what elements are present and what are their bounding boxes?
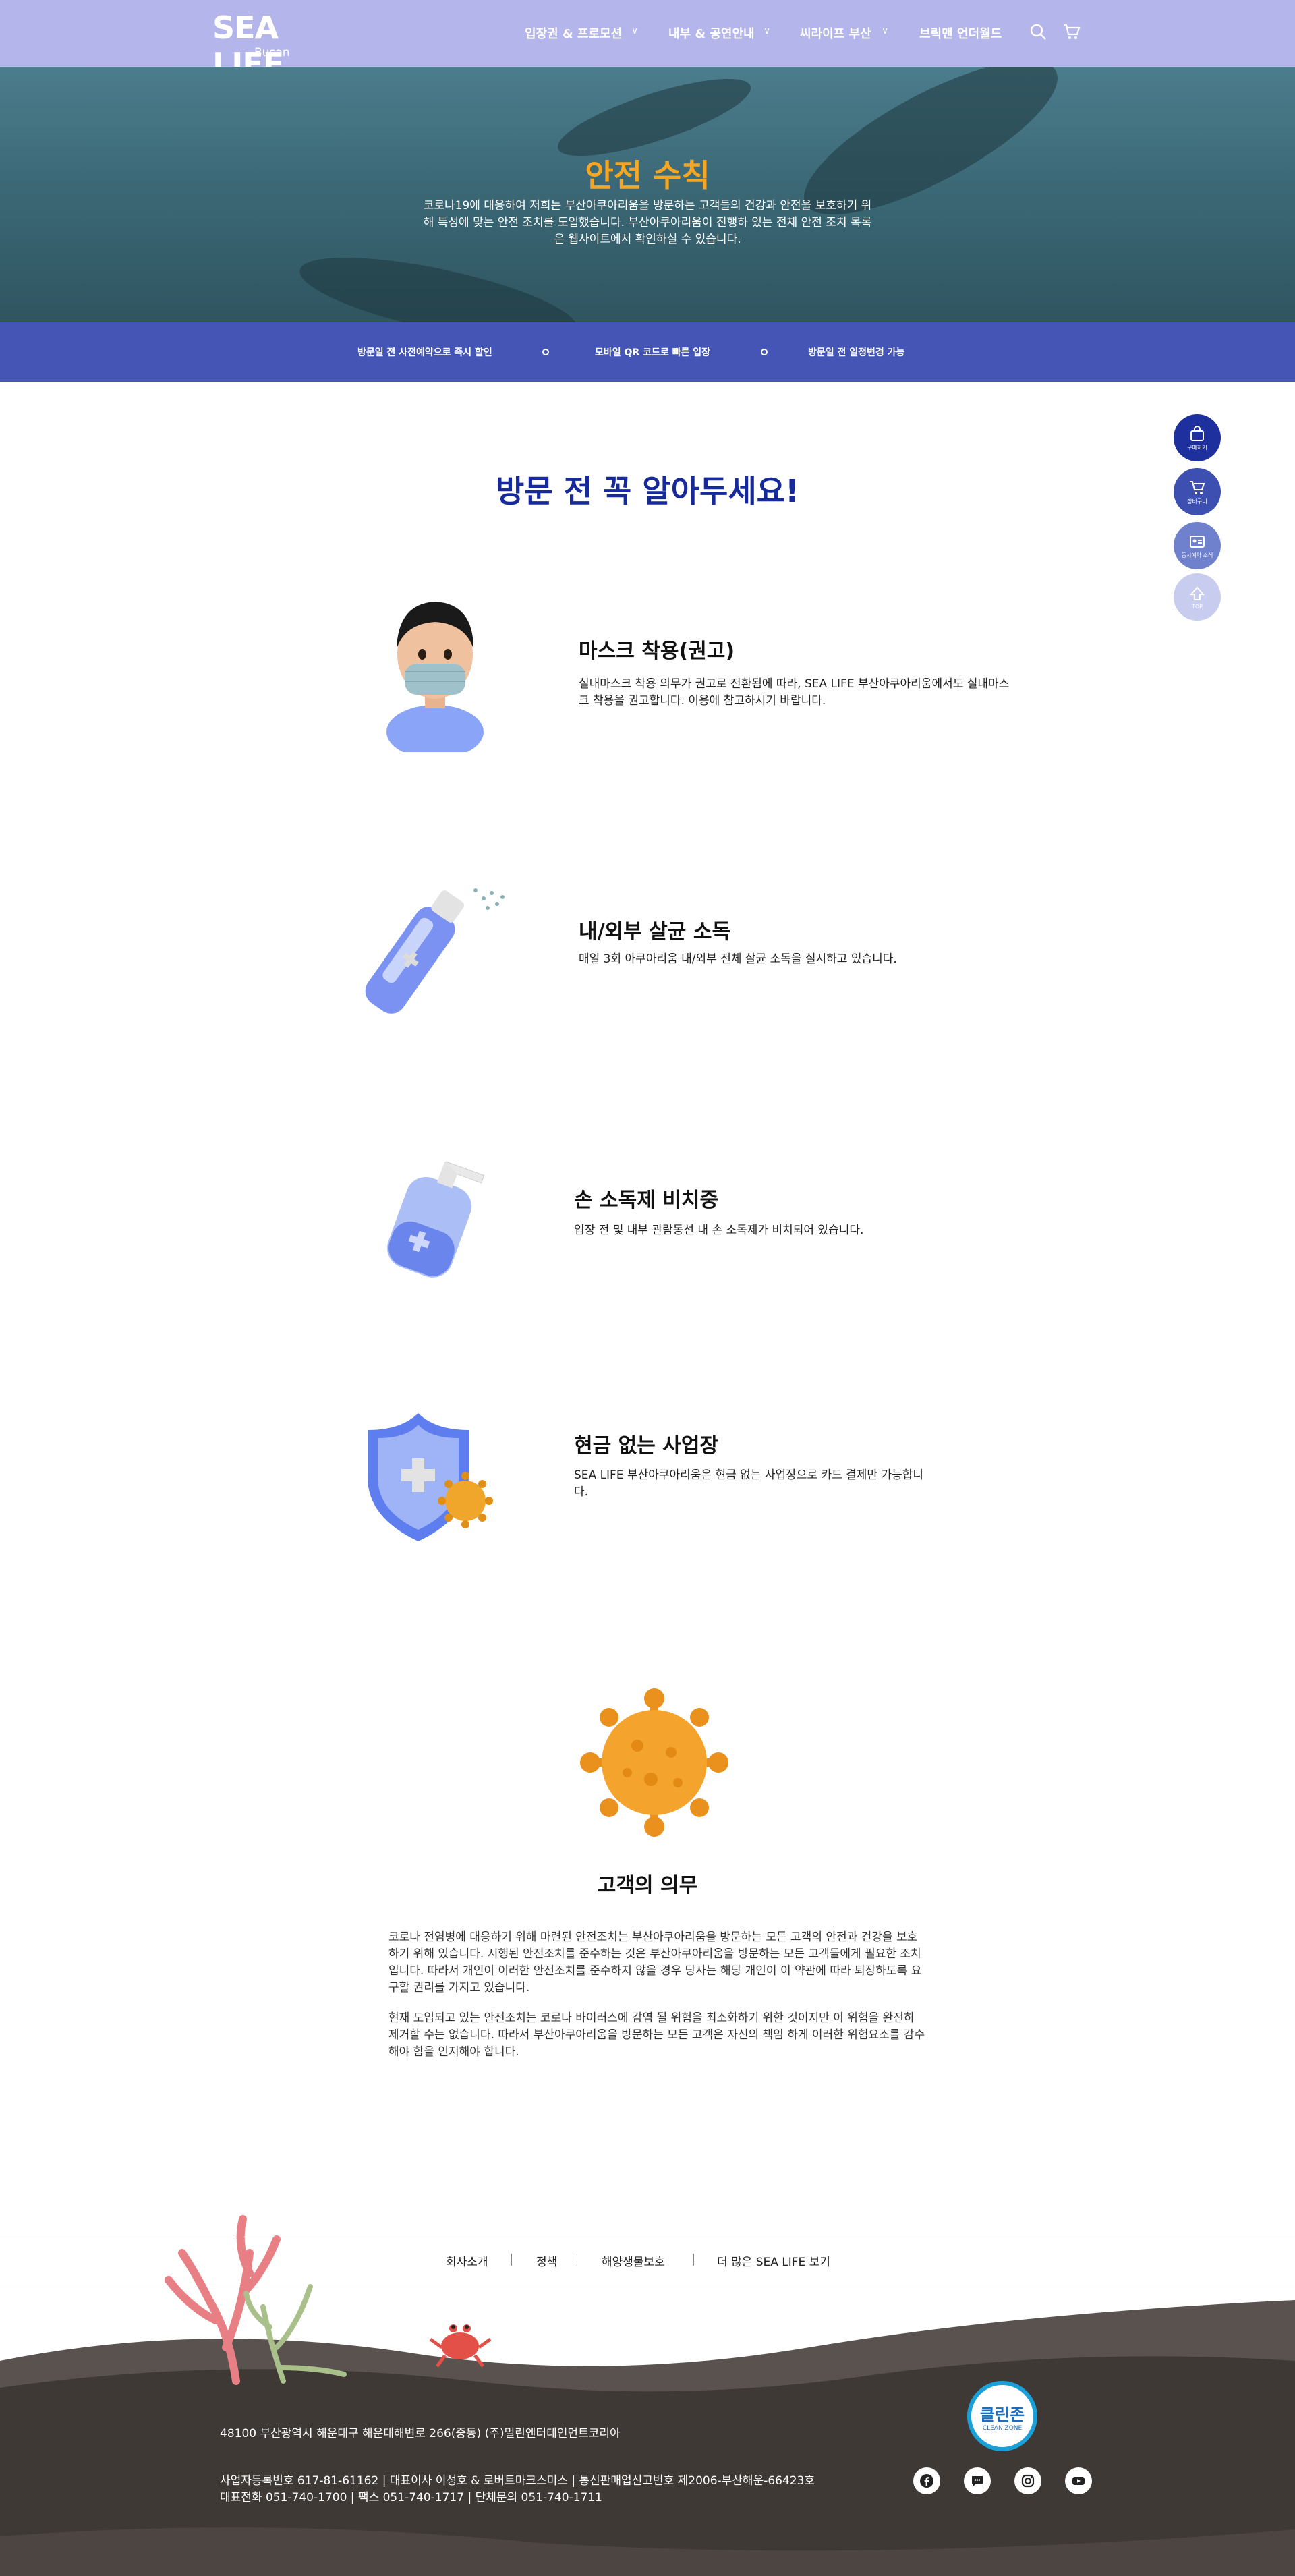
masked-person-icon [386, 602, 484, 752]
business-info: 사업자등록번호 617-81-61162 | 대표이사 이성호 & 로버트마크스… [220, 2474, 815, 2488]
virus-icon [580, 1688, 728, 1837]
benefits-band: 방문일 전 사전예약으로 즉시 할인 모바일 QR 코드로 빠른 입장 방문일 … [0, 322, 1295, 382]
duty-paragraph: 코로나 전염병에 대응하기 위해 마련된 안전조치는 부산아쿠아리움을 방문하는… [388, 1930, 922, 1995]
arrow-up-icon [1189, 586, 1205, 600]
divider [511, 2254, 512, 2266]
separator-dot [761, 349, 768, 355]
duty-title: 고객의 의무 [597, 1874, 698, 1897]
nav-item-inside[interactable]: 내부 & 공연안내 [668, 24, 755, 42]
footer-link-about[interactable]: 회사소개 [446, 2252, 488, 2269]
duty-paragraph: 현재 도입되고 있는 안전조치는 코로나 바이러스에 감염 될 위험을 최소화하… [388, 2011, 925, 2059]
divider [693, 2254, 694, 2266]
item-title-disinfection: 내/외부 살균 소독 [579, 920, 731, 944]
hand-sanitizer-icon [387, 1161, 485, 1278]
badge-subtitle: CLEAN ZONE [982, 2424, 1023, 2432]
item-desc-disinfection: 매일 3회 아쿠아리움 내/외부 전체 살균 소독을 실시하고 있습니다. [579, 952, 897, 966]
float-label: 동시예약 소식 [1181, 552, 1213, 559]
chevron-down-icon[interactable]: ∨ [764, 26, 770, 36]
search-icon[interactable] [1028, 22, 1048, 42]
nav-item-tickets[interactable]: 입장권 & 프로모션 [525, 24, 622, 42]
section-title: 방문 전 꼭 알아두세요! [496, 473, 799, 509]
main-nav: 입장권 & 프로모션 ∨ 내부 & 공연안내 ∨ 씨라이프 부산 ∨ 브릭맨 언… [0, 24, 1295, 43]
facebook-icon[interactable] [913, 2467, 940, 2494]
nav-item-sealife-busan[interactable]: 씨라이프 부산 [800, 24, 871, 42]
shark-silhouette [293, 240, 583, 322]
chevron-down-icon[interactable]: ∨ [882, 26, 888, 36]
instagram-icon[interactable] [1014, 2467, 1041, 2494]
badge-title: 클린존 [979, 2405, 1025, 2424]
float-label: 구매하기 [1187, 444, 1207, 451]
cart-icon[interactable] [1062, 22, 1082, 42]
item-title-cashless: 현금 없는 사업장 [574, 1434, 719, 1458]
contact-info: 대표전화 051-740-1700 | 팩스 051-740-1717 | 단체… [220, 2491, 602, 2505]
site-header: SEA LIFE Busan 입장권 & 프로모션 ∨ 내부 & 공연안내 ∨ … [0, 0, 1295, 82]
spray-bottle-icon [365, 888, 505, 1014]
footer-link-more-sealife[interactable]: 더 많은 SEA LIFE 보기 [717, 2252, 830, 2269]
id-card-icon [1190, 535, 1205, 548]
float-label: TOP [1191, 603, 1203, 610]
benefit-item: 방문일 전 일정변경 가능 [808, 347, 905, 358]
item-desc-sanitizer: 입장 전 및 내부 관람동선 내 손 소독제가 비치되어 있습니다. [574, 1224, 864, 1237]
item-desc-mask: 실내마스크 착용 의무가 권고로 전환됨에 따라, SEA LIFE 부산아쿠아… [579, 677, 1010, 708]
crab-decoration [429, 2324, 492, 2368]
item-title-mask: 마스크 착용(권고) [579, 639, 735, 663]
buy-float-button[interactable]: 구매하기 [1174, 414, 1221, 461]
shopping-bag-icon [1190, 425, 1204, 441]
hero-description: 코로나19에 대응하여 저희는 부산아쿠아리움을 방문하는 고객들의 건강과 안… [423, 199, 872, 246]
top-float-button[interactable]: TOP [1174, 573, 1221, 621]
footer-link-policy[interactable]: 정책 [536, 2252, 557, 2269]
page-title: 안전 수칙 [585, 157, 710, 194]
benefit-item: 방문일 전 사전예약으로 즉시 할인 [357, 347, 492, 358]
clean-zone-badge: 클린존 CLEAN ZONE [967, 2381, 1037, 2451]
coral-decoration [165, 2215, 347, 2385]
nav-item-brickman[interactable]: 브릭맨 언더월드 [919, 24, 1002, 42]
item-title-sanitizer: 손 소독제 비치중 [574, 1189, 719, 1212]
youtube-icon[interactable] [1065, 2467, 1092, 2494]
footer-link-conservation[interactable]: 해양생물보호 [602, 2252, 665, 2269]
logo-subtext: Busan [254, 46, 290, 59]
item-desc-cashless: SEA LIFE 부산아쿠아리움은 현금 없는 사업장으로 카드 결제만 가능합… [574, 1468, 924, 1499]
news-float-button[interactable]: 동시예약 소식 [1174, 522, 1221, 569]
chevron-down-icon[interactable]: ∨ [631, 26, 638, 36]
separator-dot [542, 349, 549, 355]
hero-banner: 안전 수칙 코로나19에 대응하여 저희는 부산아쿠아리움을 방문하는 고객들의… [0, 67, 1295, 322]
benefit-item: 모바일 QR 코드로 빠른 입장 [595, 347, 710, 358]
chat-icon[interactable] [964, 2467, 991, 2494]
shield-virus-icon [368, 1413, 493, 1541]
company-address: 48100 부산광역시 해운대구 해운대해변로 266(중동) (주)멀린엔터테… [220, 2427, 621, 2440]
